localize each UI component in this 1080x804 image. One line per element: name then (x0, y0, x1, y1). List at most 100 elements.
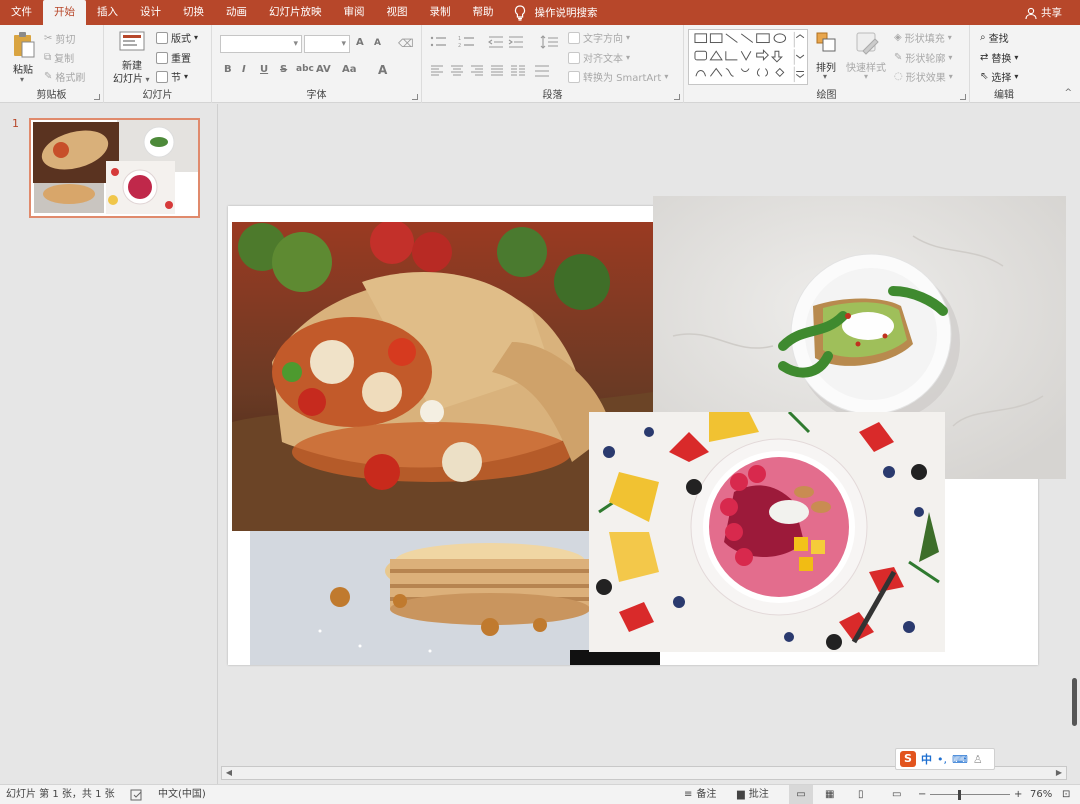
font-family-combo[interactable]: ▾ (220, 35, 302, 53)
clear-format-icon[interactable]: ⌫ (398, 37, 414, 50)
shapes-gallery[interactable] (688, 29, 808, 85)
new-slide-button[interactable]: 新建 幻灯片 ▾ (110, 29, 156, 87)
line-spacing-icon[interactable] (540, 35, 560, 49)
tab-slideshow[interactable]: 幻灯片放映 (258, 0, 333, 25)
align-text-button[interactable]: 对齐文本 ▾ (568, 50, 630, 65)
shape-effects-button[interactable]: ◌ 形状效果 ▾ (894, 69, 953, 84)
ime-toolbar[interactable]: S 中 •, ⌨ ♙ (895, 748, 995, 770)
slideshow-button[interactable]: ▭ (892, 785, 901, 804)
reading-view-button[interactable]: ▯ (858, 785, 864, 804)
tab-view[interactable]: 视图 (376, 0, 419, 25)
zoom-level[interactable]: 76% (1030, 785, 1052, 804)
fit-slide-icon[interactable]: ⊡ (1062, 785, 1070, 804)
select-button[interactable]: ⇖ 选择 ▾ (980, 69, 1018, 84)
strikethrough-button[interactable]: S (280, 64, 287, 75)
tab-review[interactable]: 审阅 (333, 0, 376, 25)
editing-group-label: 编辑 (994, 90, 1014, 101)
tab-animations[interactable]: 动画 (215, 0, 258, 25)
tab-home[interactable]: 开始 (43, 0, 86, 25)
smartart-button[interactable]: 转换为 SmartArt ▾ (568, 69, 668, 84)
shape-fill-button[interactable]: ◈ 形状填充 ▾ (894, 30, 952, 45)
scroll-left-icon[interactable]: ◀ (222, 767, 236, 779)
copy-button[interactable]: ⧉ 复制 (44, 50, 74, 65)
tab-transitions[interactable]: 切换 (172, 0, 215, 25)
collapse-ribbon-icon[interactable]: ^ (1064, 88, 1072, 98)
paste-icon (14, 32, 35, 58)
increase-indent-icon[interactable] (508, 35, 524, 49)
tab-help[interactable]: 帮助 (462, 0, 505, 25)
find-label: 查找 (988, 34, 1009, 45)
zoom-out-button[interactable]: − (918, 785, 926, 804)
format-painter-label: 格式刷 (55, 73, 86, 84)
font-dialog-launcher[interactable] (412, 94, 418, 100)
zoom-slider[interactable] (930, 785, 1010, 804)
chevron-down-icon: ▾ (143, 75, 150, 84)
align-left-icon[interactable] (430, 65, 444, 77)
slide-sorter-button[interactable]: ▦ (825, 785, 834, 804)
paste-button[interactable]: 粘贴 ▾ (8, 31, 40, 87)
font-size-combo[interactable]: ▾ (304, 35, 350, 53)
comments-button[interactable]: ▆ 批注 (737, 785, 769, 804)
comments-label: 批注 (748, 789, 769, 800)
layout-button[interactable]: 版式 ▾ (156, 30, 198, 45)
section-button[interactable]: 节 ▾ (156, 69, 188, 84)
find-button[interactable]: ⌕ 查找 (980, 30, 1009, 45)
clipboard-dialog-launcher[interactable] (94, 94, 100, 100)
align-text-icon (568, 51, 580, 64)
zoom-slider-thumb[interactable] (958, 790, 961, 800)
drawing-dialog-launcher[interactable] (960, 94, 966, 100)
align-right-icon[interactable] (470, 65, 484, 77)
paragraph-dialog-launcher[interactable] (674, 94, 680, 100)
tab-record[interactable]: 录制 (419, 0, 462, 25)
tab-file[interactable]: 文件 (0, 0, 43, 25)
shape-outline-label: 形状轮廓 (905, 54, 946, 65)
tab-design[interactable]: 设计 (129, 0, 172, 25)
numbering-icon[interactable]: 12 (458, 35, 484, 49)
bullets-icon[interactable] (430, 35, 456, 49)
notes-button[interactable]: ≡ 备注 (684, 785, 716, 804)
vertical-scrollbar[interactable] (1068, 104, 1080, 766)
cut-button[interactable]: ✂ 剪切 (44, 31, 75, 46)
align-vertical-icon[interactable] (534, 65, 550, 77)
slide-thumbnail-1[interactable] (29, 118, 200, 218)
scroll-right-icon[interactable]: ▶ (1052, 767, 1066, 779)
justify-icon[interactable] (490, 65, 504, 77)
spellcheck-icon[interactable] (130, 785, 144, 804)
chevron-down-icon: ▾ (184, 72, 189, 81)
shape-outline-button[interactable]: ✎ 形状轮廓 ▾ (894, 50, 952, 65)
columns-icon[interactable] (510, 65, 526, 77)
underline-button[interactable]: U (260, 64, 268, 75)
keyboard-icon: ⌨ (952, 752, 968, 766)
normal-view-icon: ▭ (796, 789, 806, 800)
vertical-scroll-thumb[interactable] (1072, 678, 1077, 726)
normal-view-button[interactable]: ▭ (789, 785, 813, 804)
grow-font-button[interactable]: A (356, 37, 364, 48)
replace-button[interactable]: ⇄ 替换 ▾ (980, 50, 1018, 65)
align-center-icon[interactable] (450, 65, 464, 77)
char-spacing-button[interactable]: AV (316, 64, 331, 75)
chevron-down-icon: ▾ (626, 33, 631, 42)
language-indicator[interactable]: 中文(中国) (158, 785, 206, 804)
decrease-indent-icon[interactable] (488, 35, 504, 49)
photo-fruit-bowl[interactable] (589, 412, 945, 652)
reset-button[interactable]: 重置 (156, 50, 191, 65)
change-case-button[interactable]: Aa (342, 64, 357, 75)
text-direction-button[interactable]: 文字方向 ▾ (568, 30, 630, 45)
italic-button[interactable]: I (242, 64, 246, 75)
zoom-in-button[interactable]: + (1014, 785, 1022, 804)
chevron-down-icon: ▾ (20, 75, 25, 84)
bold-button[interactable]: B (224, 64, 232, 75)
format-painter-button[interactable]: ✎ 格式刷 (44, 69, 85, 84)
quick-styles-button[interactable]: 快速样式 ▾ (844, 29, 892, 87)
punctuation-icon: •, (937, 752, 947, 766)
share-button[interactable]: 共享 (1025, 0, 1062, 25)
chevron-down-icon: ▾ (823, 72, 828, 81)
shadow-button[interactable]: abc (296, 64, 314, 74)
shrink-font-button[interactable]: A (374, 38, 381, 48)
tab-insert[interactable]: 插入 (86, 0, 129, 25)
svg-text:1: 1 (458, 36, 461, 42)
arrange-button[interactable]: 排列 ▾ (812, 29, 842, 87)
layout-label: 版式 (171, 34, 191, 45)
tell-me-search[interactable]: 操作说明搜索 (513, 4, 598, 21)
font-color-button[interactable]: A (378, 63, 387, 77)
